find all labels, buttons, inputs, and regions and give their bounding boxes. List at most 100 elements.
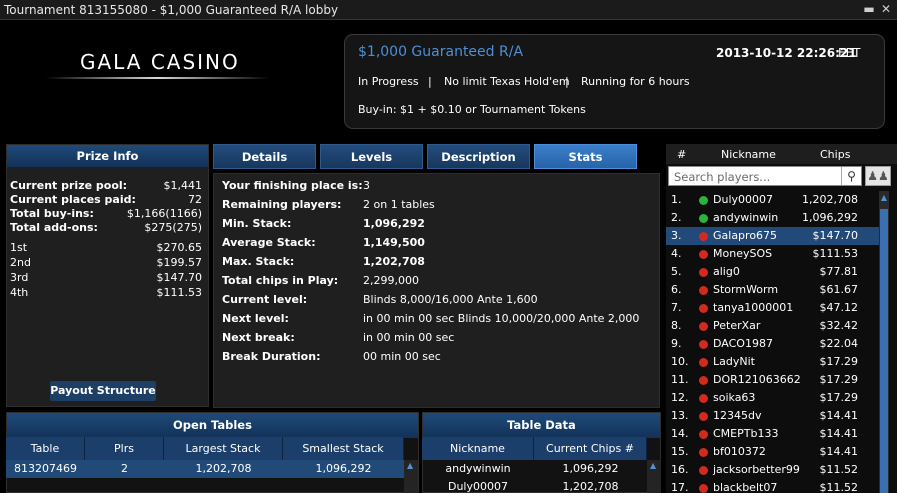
col-largest-stack[interactable]: Largest Stack (164, 437, 283, 460)
table-smallest: 1,096,292 (315, 462, 372, 475)
player-row[interactable]: 8. PeterXar $32.42 (666, 317, 880, 335)
place-label: 2nd (10, 256, 31, 269)
tournament-name: $1,000 Guaranteed R/A (358, 44, 524, 60)
search-icon[interactable]: ⚲ (841, 167, 861, 185)
status-dot-icon (699, 250, 708, 259)
prize-label: Current places paid: (10, 193, 136, 206)
col-chips[interactable]: Chips (820, 148, 850, 161)
tab-stats[interactable]: Stats (534, 144, 637, 169)
player-rank: 14. (671, 427, 689, 440)
player-nickname: tanya1000001 (713, 301, 794, 314)
status-dot-icon (699, 448, 708, 457)
player-nickname: jacksorbetter99 (713, 463, 800, 476)
status-dot-icon (699, 214, 708, 223)
player-row[interactable]: 5. alig0 $77.81 (666, 263, 880, 281)
player-row[interactable]: 11. DOR121063662 $17.29 (666, 371, 880, 389)
timezone: EET (838, 46, 861, 60)
player-nickname: andywinwin (713, 211, 779, 224)
prize-row: Total buy-ins: $1,166(1166) (10, 207, 202, 221)
status-dot-icon (699, 376, 708, 385)
stats-panel: Your finishing place is: 3 Remaining pla… (213, 173, 660, 408)
player-row[interactable]: 9. DACO1987 $22.04 (666, 335, 880, 353)
player-rank: 1. (671, 193, 682, 206)
player-nickname: MoneySOS (713, 247, 773, 260)
player-row[interactable]: 3. Galapro675 $147.70 (666, 227, 880, 245)
player-row[interactable]: 1. Duly00007 1,202,708 (666, 191, 880, 209)
player-row[interactable]: 16. jacksorbetter99 $11.52 (666, 461, 880, 479)
payout-structure-button[interactable]: Payout Structure (50, 381, 156, 401)
place-label: 3rd (10, 271, 29, 284)
stat-label: Break Duration: (222, 350, 321, 363)
player-row[interactable]: 2. andywinwin 1,096,292 (666, 209, 880, 227)
stat-label: Average Stack: (222, 236, 316, 249)
place-row: 3rd $147.70 (10, 271, 202, 285)
tab-description[interactable]: Description (427, 144, 530, 169)
player-rank: 10. (671, 355, 689, 368)
player-chips: $47.12 (819, 301, 859, 314)
player-rank: 17. (671, 481, 689, 493)
status-dot-icon (699, 412, 708, 421)
player-row[interactable]: 7. tanya1000001 $47.12 (666, 299, 880, 317)
player-nickname: Duly00007 (713, 193, 774, 206)
prize-row: Current prize pool: $1,441 (10, 179, 202, 193)
gala-casino-logo: GALA CASINO (45, 46, 270, 88)
col-plrs[interactable]: Plrs (85, 437, 164, 460)
prize-label: Current prize pool: (10, 179, 128, 192)
player-nickname: DOR121063662 (713, 373, 801, 386)
col-smallest-stack[interactable]: Smallest Stack (283, 437, 404, 460)
game-type: No limit Texas Hold'em (444, 75, 570, 88)
col-current-chips[interactable]: Current Chips # (534, 437, 647, 460)
prize-value: $275(275) (144, 221, 202, 234)
place-label: 1st (10, 241, 28, 254)
player-row[interactable]: 14. CMEPTb133 $14.41 (666, 425, 880, 443)
scroll-thumb[interactable] (880, 209, 888, 493)
player-row[interactable]: 6. StormWorm $61.67 (666, 281, 880, 299)
player-nickname: LadyNit (713, 355, 755, 368)
stat-value: 2,299,000 (363, 274, 419, 287)
close-icon[interactable]: ✕ (879, 2, 893, 16)
table-data-scrollbar[interactable]: ▲ (647, 460, 661, 493)
player-row[interactable]: 4. MoneySOS $111.53 (666, 245, 880, 263)
player-row[interactable]: 15. bf010372 $14.41 (666, 443, 880, 461)
buy-in-info: Buy-in: $1 + $0.10 or Tournament Tokens (358, 103, 586, 116)
stat-value: in 00 min 00 sec Blinds 10,000/20,000 An… (363, 312, 640, 325)
col-rank[interactable]: # (677, 148, 686, 161)
scroll-up-icon[interactable]: ▲ (407, 461, 413, 470)
players-scrollbar[interactable]: ▲ (879, 191, 889, 493)
col-nickname[interactable]: Nickname (422, 437, 534, 460)
player-row[interactable]: 10. LadyNit $17.29 (666, 353, 880, 371)
player-row[interactable]: 12. soika63 $17.29 (666, 389, 880, 407)
player-nickname: blackbelt07 (713, 481, 778, 493)
status-dot-icon (699, 322, 708, 331)
player-nickname: StormWorm (713, 283, 779, 296)
col-table[interactable]: Table (6, 437, 85, 460)
minimize-icon[interactable]: ▬ (862, 2, 876, 16)
table-data-chips: 1,096,292 (562, 462, 619, 475)
col-nickname[interactable]: Nickname (721, 148, 776, 161)
player-chips: $61.67 (819, 283, 859, 296)
tournament-datetime: 2013-10-12 22:26:21 (716, 46, 857, 60)
player-row[interactable]: 13. 12345dv $14.41 (666, 407, 880, 425)
window-title: Tournament 813155080 - $1,000 Guaranteed… (4, 3, 339, 17)
stat-label: Remaining players: (222, 198, 342, 211)
player-row[interactable]: 17. blackbelt07 $11.52 (666, 479, 880, 493)
prize-row: Current places paid: 72 (10, 193, 202, 207)
open-tables-scrollbar[interactable]: ▲ (404, 460, 418, 493)
stat-value: in 00 min 00 sec (363, 331, 455, 344)
tab-levels[interactable]: Levels (320, 144, 423, 169)
player-nickname: bf010372 (713, 445, 766, 458)
player-chips: $14.41 (819, 427, 859, 440)
player-rank: 8. (671, 319, 682, 332)
scroll-up-icon[interactable]: ▲ (650, 461, 656, 470)
scroll-up-icon[interactable]: ▲ (879, 193, 889, 202)
player-nickname: soika63 (713, 391, 756, 404)
search-placeholder: Search players... (674, 170, 771, 184)
stat-label: Min. Stack: (222, 217, 292, 230)
player-rank: 11. (671, 373, 689, 386)
player-rank: 4. (671, 247, 682, 260)
search-players-input[interactable]: Search players... ⚲ (668, 166, 862, 186)
people-icon[interactable]: ♟♟ (865, 166, 891, 186)
tab-details[interactable]: Details (213, 144, 316, 169)
stat-label: Max. Stack: (222, 255, 295, 268)
player-chips: $14.41 (819, 409, 859, 422)
